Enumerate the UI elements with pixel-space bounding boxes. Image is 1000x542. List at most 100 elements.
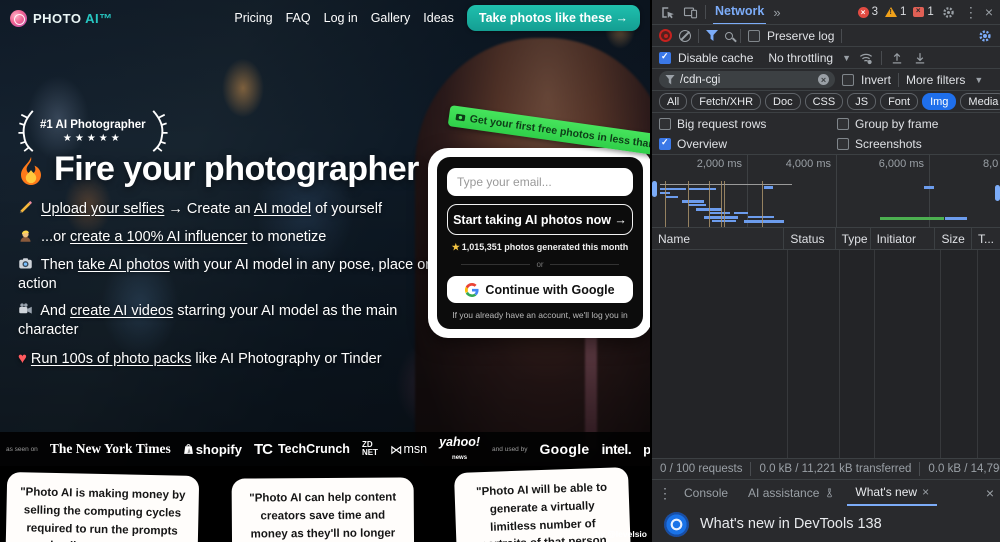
waterfall-bar <box>880 217 944 220</box>
preserve-log-label: Preserve log <box>767 28 835 43</box>
overview-left-handle[interactable] <box>652 181 657 197</box>
settings-gear-icon[interactable] <box>941 4 957 20</box>
nav-gallery[interactable]: Gallery <box>371 11 411 25</box>
close-devtools-icon[interactable]: × <box>985 4 993 20</box>
chip-media[interactable]: Media <box>960 93 1000 110</box>
network-settings-icon[interactable] <box>977 28 993 44</box>
msn-butterfly-icon: ⋈ <box>389 442 403 457</box>
close-drawer-icon[interactable]: × <box>986 485 994 501</box>
nav-pricing[interactable]: Pricing <box>234 11 272 25</box>
inspect-element-icon[interactable] <box>659 4 675 20</box>
overview-checkbox[interactable] <box>659 137 671 150</box>
requests-table-body[interactable] <box>652 250 1000 458</box>
link-take-ai-photos[interactable]: take AI photos <box>78 257 170 273</box>
column-initiator[interactable]: Initiator <box>871 228 936 249</box>
or-divider: or <box>461 260 619 269</box>
bullet-photo-packs: ♥ Run 100s of photo packs like AI Photogr… <box>18 349 450 369</box>
chip-font[interactable]: Font <box>880 93 919 110</box>
google-logo: Google <box>539 441 590 457</box>
take-photos-cta-button[interactable]: Take photos like these → <box>466 5 640 31</box>
as-seen-on-label: as seen on <box>6 445 38 453</box>
bullet-text: ...or <box>41 228 71 245</box>
drawer-tab-console[interactable]: Console <box>676 481 736 505</box>
screenshots-checkbox[interactable] <box>837 138 849 150</box>
close-tab-icon[interactable]: × <box>922 485 929 499</box>
big-request-rows-checkbox[interactable] <box>659 117 671 130</box>
waterfall-bar <box>682 200 704 203</box>
link-photo-packs[interactable]: Run 100s of photo packs <box>31 351 191 367</box>
email-input[interactable] <box>447 168 633 196</box>
import-har-icon[interactable] <box>889 50 905 66</box>
network-toolbar: Preserve log <box>652 25 1000 47</box>
bullet-text: of yourself <box>311 201 382 217</box>
award-badge: #1 AI Photographer ★★★★★ <box>18 108 168 154</box>
filter-icon[interactable] <box>706 30 718 41</box>
filter-input[interactable]: /cdn-cgi × <box>659 71 835 88</box>
issue-icon <box>913 6 925 17</box>
tab-network[interactable]: Network <box>713 0 767 24</box>
disable-cache-checkbox[interactable] <box>659 51 671 64</box>
throttling-select[interactable]: No throttling <box>768 51 833 65</box>
waterfall-bar <box>764 186 773 189</box>
testimonial-card: "Photo AI can help content creators save… <box>231 477 415 542</box>
site-logo[interactable]: PHOTO AI™ <box>10 9 113 27</box>
link-ai-influencer[interactable]: create a 100% AI influencer <box>70 229 247 245</box>
nav-ideas[interactable]: Ideas <box>423 11 454 25</box>
award-stars: ★★★★★ <box>62 132 123 144</box>
logo-icon <box>10 9 27 27</box>
clear-filter-icon[interactable]: × <box>818 74 829 85</box>
link-upload-selfies[interactable]: Upload your selfies <box>41 201 164 217</box>
errors-badge[interactable]: × 3 <box>857 6 878 18</box>
invert-checkbox[interactable] <box>842 73 854 86</box>
devtools-tabbar: Network » ×3 1 1 ⋮ × <box>652 0 1000 25</box>
export-har-icon[interactable] <box>912 50 928 66</box>
options-row-1: Big request rows Group by frame <box>652 113 1000 134</box>
clear-log-icon[interactable] <box>679 29 691 42</box>
column-name[interactable]: Name <box>652 228 785 249</box>
bullet-text: And <box>40 303 71 320</box>
chip-doc[interactable]: Doc <box>765 93 801 110</box>
chip-img[interactable]: Img <box>922 93 957 110</box>
chip-fetch-xhr[interactable]: Fetch/XHR <box>691 93 762 110</box>
network-overview-pane[interactable]: 2,000 ms 4,000 ms 6,000 ms 8,0 <box>652 155 1000 228</box>
record-icon[interactable] <box>659 29 672 42</box>
drawer-tab-ai-assistance[interactable]: AI assistance <box>740 481 843 505</box>
drawer-tabbar: ⋮ Console AI assistance What's new × × <box>652 479 1000 506</box>
device-toolbar-icon[interactable] <box>682 4 698 20</box>
chip-css[interactable]: CSS <box>804 93 844 110</box>
drawer-tab-whats-new[interactable]: What's new × <box>847 480 938 506</box>
column-size[interactable]: Size <box>935 228 972 249</box>
nav-faq[interactable]: FAQ <box>286 11 311 25</box>
warnings-badge[interactable]: 1 <box>885 6 906 18</box>
waterfall-bar <box>660 184 792 185</box>
nav-login[interactable]: Log in <box>324 11 358 25</box>
preserve-log-checkbox[interactable] <box>748 29 760 42</box>
drawer-menu-dots-icon[interactable]: ⋮ <box>658 485 672 502</box>
menu-dots-icon[interactable]: ⋮ <box>964 4 978 21</box>
flask-icon <box>827 488 833 498</box>
column-time[interactable]: T... <box>972 228 1000 249</box>
resources-size: 0.0 kB / 14,790 <box>928 463 1000 475</box>
column-type[interactable]: Type <box>836 228 871 249</box>
waterfall-bar <box>945 217 967 220</box>
more-tabs-icon[interactable]: » <box>773 5 780 20</box>
chip-js[interactable]: JS <box>847 93 877 110</box>
bullet-text: → Create an <box>164 201 254 217</box>
whats-new-panel: What's new in DevTools 138 <box>652 506 1000 542</box>
issues-badge[interactable]: 1 <box>913 6 934 18</box>
google-signin-button[interactable]: Continue with Google <box>447 276 633 303</box>
search-icon[interactable] <box>725 31 733 40</box>
bullet-take-photos: Then take AI photos with your AI model i… <box>18 256 450 294</box>
link-create-ai-videos[interactable]: create AI videos <box>70 303 173 319</box>
group-by-frame-checkbox[interactable] <box>837 117 849 130</box>
screen: PHOTO AI™ Pricing FAQ Log in Gallery Ide… <box>0 0 1000 542</box>
more-filters-dropdown[interactable]: More filters <box>906 73 965 87</box>
network-conditions-icon[interactable] <box>858 50 874 66</box>
devtools-panel: Network » ×3 1 1 ⋮ × Preserve log Disab <box>650 0 1000 542</box>
column-status[interactable]: Status <box>784 228 836 249</box>
chip-all[interactable]: All <box>659 93 688 110</box>
request-type-chips: All Fetch/XHR Doc CSS JS Font Img Media … <box>652 91 1000 113</box>
link-ai-model[interactable]: AI model <box>254 201 311 217</box>
overview-right-handle[interactable] <box>995 185 1000 201</box>
start-photos-button[interactable]: Start taking AI photos now → <box>447 204 633 235</box>
